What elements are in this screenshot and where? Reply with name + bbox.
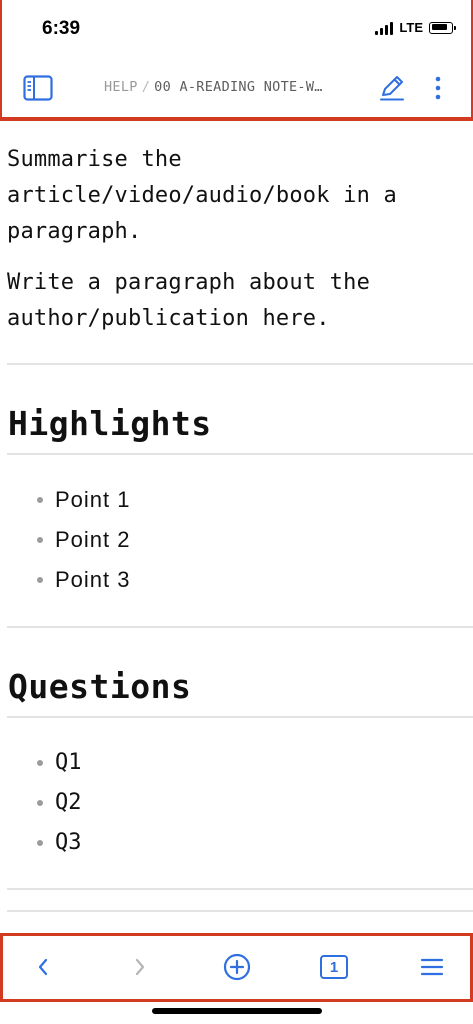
bottom-toolbar: 1 (0, 933, 473, 1002)
breadcrumb-separator: / (141, 79, 151, 95)
bullet-icon (37, 760, 43, 766)
divider (7, 626, 473, 628)
divider (7, 363, 473, 365)
bullet-icon (37, 537, 43, 543)
list-item-text: Q2 (55, 790, 82, 815)
list-item: Q3 (0, 823, 473, 863)
list-item: Point 1 (0, 480, 473, 520)
chevron-left-icon[interactable] (23, 947, 63, 987)
section-heading-questions: Questions (8, 667, 192, 706)
status-time: 6:39 (42, 18, 81, 39)
list-item-text: Point 3 (55, 567, 131, 592)
summary-paragraph: Summarise the article/video/audio/book i… (7, 147, 397, 244)
bullet-icon (37, 840, 43, 846)
network-type: LTE (399, 20, 423, 35)
breadcrumb-root[interactable]: HELP (104, 79, 138, 95)
document-content: Summarise the article/video/audio/book i… (0, 121, 473, 912)
home-indicator[interactable] (152, 1008, 322, 1014)
status-indicators: LTE (375, 20, 456, 35)
battery-icon (429, 21, 456, 34)
status-bar: 6:39 LTE (2, 0, 473, 60)
list-item-text: Point 1 (55, 487, 131, 512)
highlights-list: Point 1 Point 2 Point 3 (0, 480, 473, 600)
tab-count: 1 (329, 958, 339, 976)
questions-list: Q1 Q2 Q3 (0, 743, 473, 863)
hamburger-menu-icon[interactable] (412, 947, 452, 987)
bullet-icon (37, 577, 43, 583)
section-heading-highlights: Highlights (8, 404, 212, 443)
list-item: Q2 (0, 783, 473, 823)
toolbar: HELP/00 A-READING NOTE-W… (2, 60, 473, 117)
divider (7, 888, 473, 890)
bullet-icon (37, 800, 43, 806)
divider (7, 910, 473, 912)
more-vertical-icon[interactable] (422, 72, 454, 104)
signal-strength-icon (375, 21, 394, 35)
breadcrumb-current-page: 00 A-READING NOTE-W… (154, 79, 323, 95)
list-item-text: Point 2 (55, 527, 131, 552)
plus-circle-icon[interactable] (217, 947, 257, 987)
bullet-icon (37, 497, 43, 503)
list-item-text: Q1 (55, 750, 82, 775)
list-item: Point 3 (0, 560, 473, 600)
author-paragraph: Write a paragraph about the author/publi… (7, 270, 371, 331)
sidebar-toggle-icon[interactable] (22, 72, 54, 104)
chevron-right-icon[interactable] (120, 947, 160, 987)
pencil-icon[interactable] (376, 72, 408, 104)
divider (7, 453, 473, 455)
list-item-text: Q3 (55, 830, 82, 855)
list-item: Point 2 (0, 520, 473, 560)
breadcrumb: HELP/00 A-READING NOTE-W… (104, 79, 356, 95)
divider (7, 716, 473, 718)
tabs-icon[interactable]: 1 (314, 947, 354, 987)
list-item: Q1 (0, 743, 473, 783)
top-bar-region: 6:39 LTE HELP / 00 A-READING NOTE-W… (0, 0, 473, 121)
